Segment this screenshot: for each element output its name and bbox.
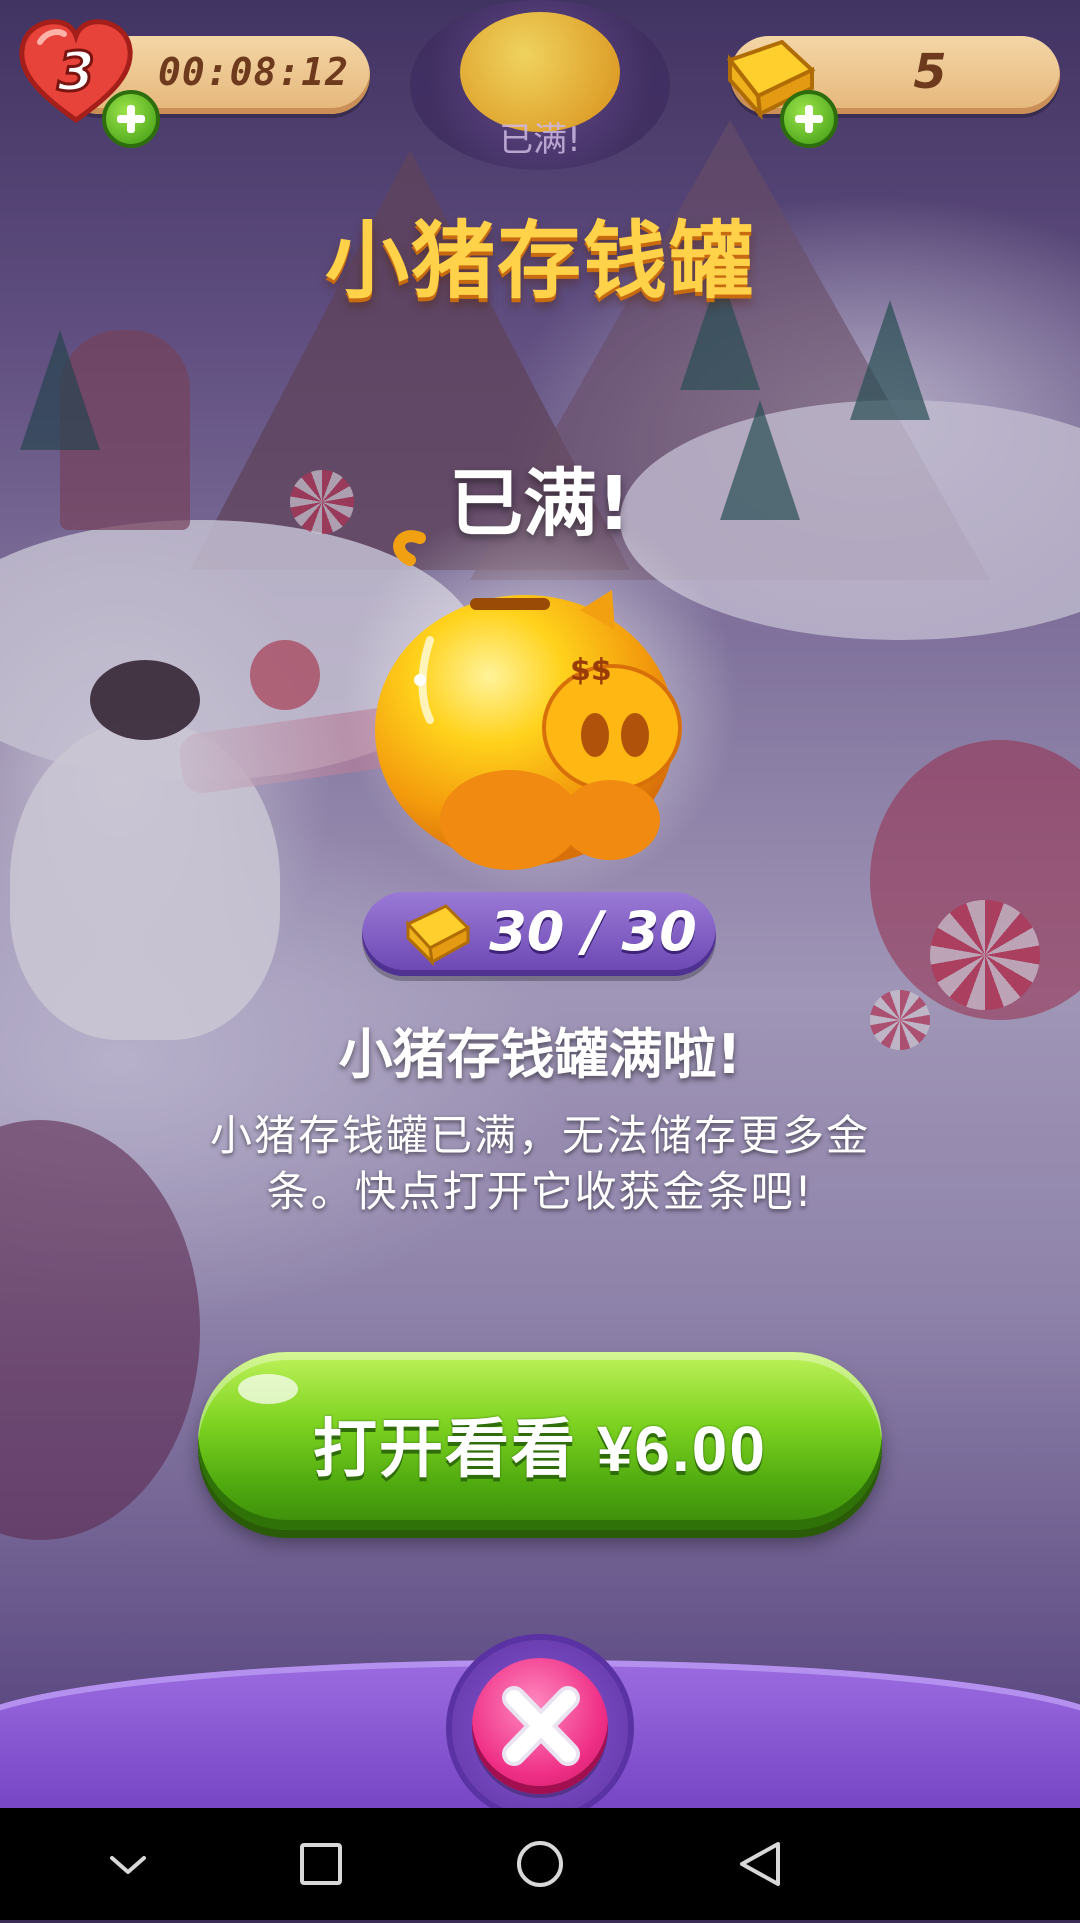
dialog-title: 小猪存钱罐 bbox=[324, 212, 755, 310]
chevron-down-icon bbox=[110, 1856, 146, 1874]
add-gold-button[interactable] bbox=[780, 90, 838, 148]
open-piggy-bank-button[interactable]: 打开看看 ¥6.00 bbox=[198, 1352, 882, 1530]
piggy-bank-hud-status: 已满! bbox=[499, 120, 581, 160]
lives-count: 3 bbox=[57, 40, 95, 103]
gold-count: 5 bbox=[913, 44, 947, 100]
piggy-bank-counter-text: 30 / 30 bbox=[489, 900, 697, 963]
recent-apps-icon bbox=[300, 1843, 342, 1885]
dialog-subtitle: 小猪存钱罐满啦! bbox=[338, 1023, 742, 1086]
description-line: 条。快点打开它收获金条吧! bbox=[266, 1167, 814, 1216]
system-navigation-bar bbox=[0, 1808, 1080, 1920]
game-scene: 3 00:08:12 已满! 5 小猪存钱罐 已满! $$ bbox=[0, 0, 1080, 1808]
add-lives-button[interactable] bbox=[102, 90, 160, 148]
close-button[interactable] bbox=[472, 1658, 608, 1794]
recent-apps-button[interactable] bbox=[260, 1808, 380, 1920]
back-button[interactable] bbox=[700, 1808, 820, 1920]
home-button[interactable] bbox=[480, 1808, 600, 1920]
lives-timer: 00:08:12 bbox=[158, 50, 350, 94]
gold-bar-icon bbox=[405, 904, 471, 966]
back-icon bbox=[740, 1842, 780, 1886]
close-icon bbox=[502, 1686, 580, 1766]
description-line: 小猪存钱罐已满，无法储存更多金 bbox=[209, 1111, 870, 1160]
open-piggy-bank-label: 打开看看 ¥6.00 bbox=[313, 1413, 767, 1485]
dialog-description: 小猪存钱罐已满，无法储存更多金 条。快点打开它收获金条吧! bbox=[180, 1108, 900, 1220]
home-icon bbox=[517, 1841, 563, 1887]
piggy-bank-icon: $$ bbox=[375, 530, 682, 870]
svg-text:$$: $$ bbox=[570, 653, 612, 688]
collapse-button[interactable] bbox=[68, 1808, 188, 1920]
